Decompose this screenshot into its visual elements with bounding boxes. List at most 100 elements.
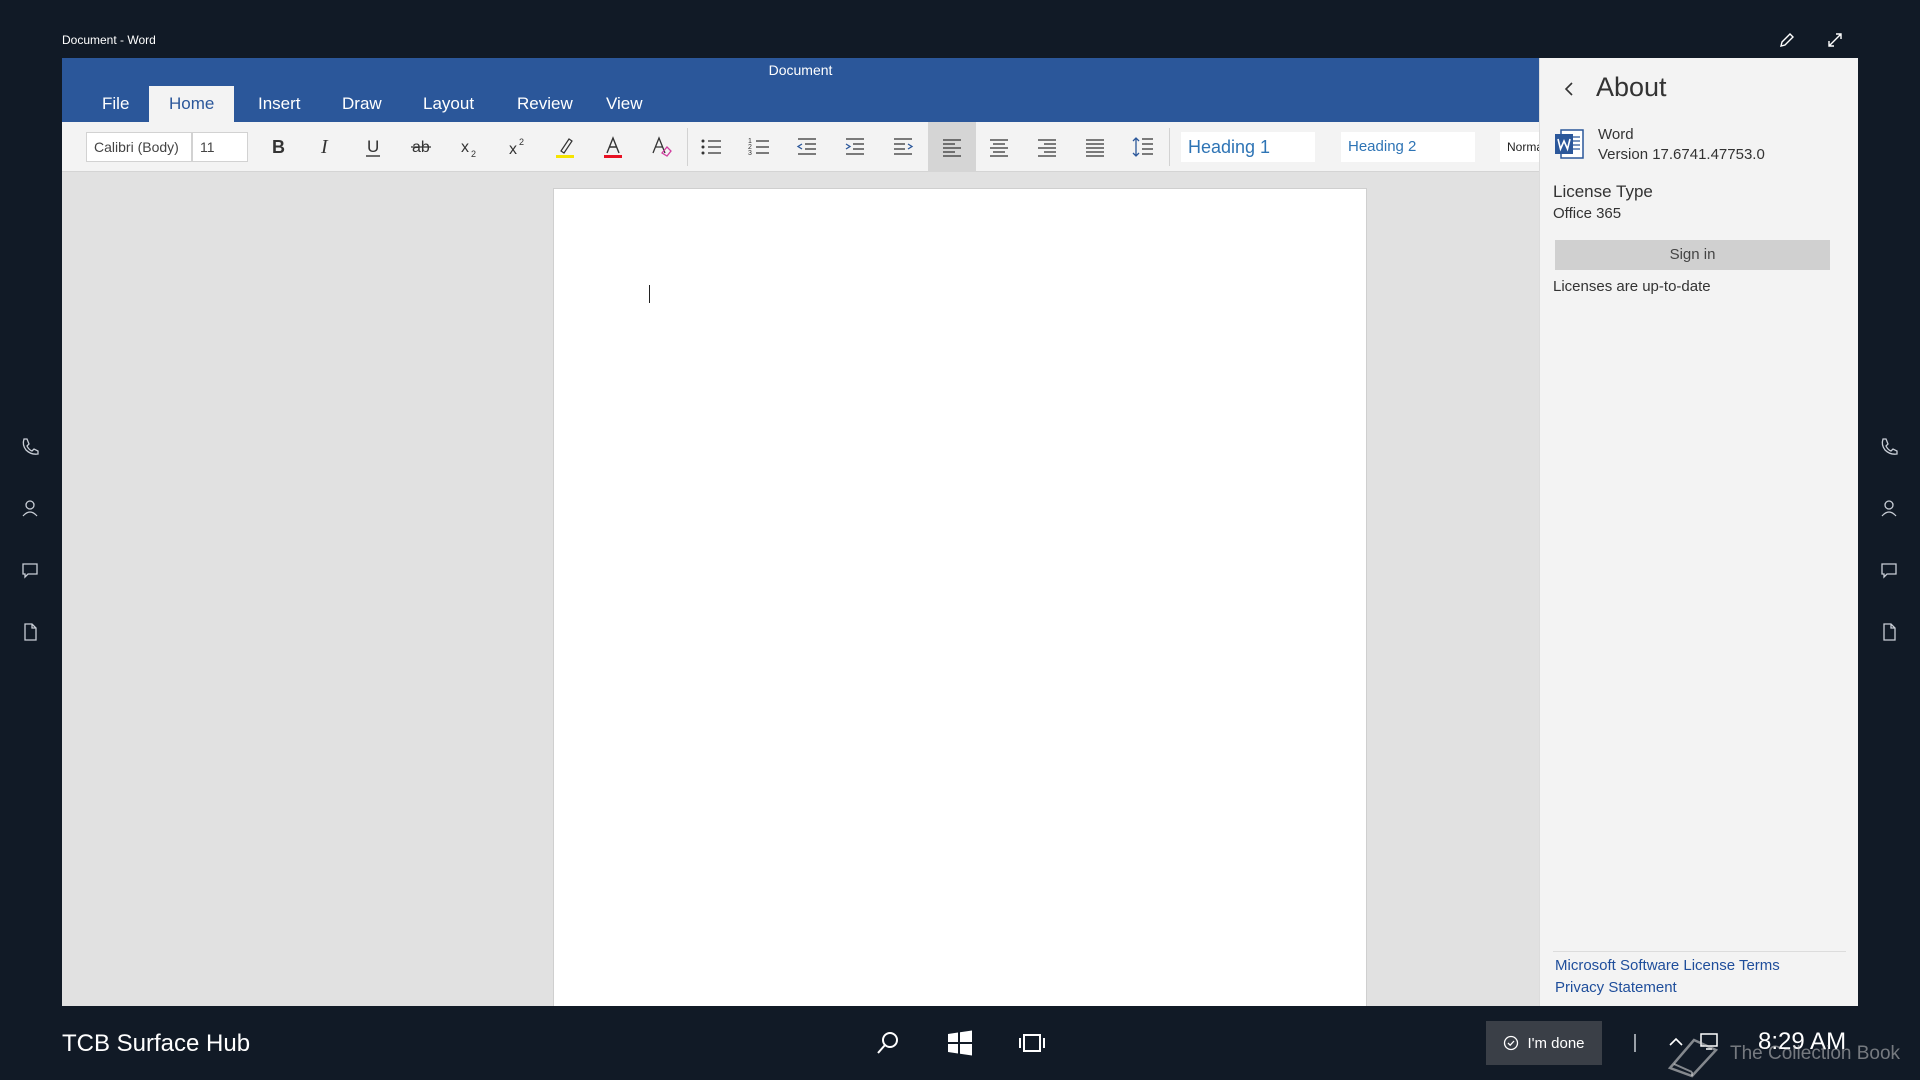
im-done-button[interactable]: I'm done — [1486, 1021, 1602, 1065]
justify-icon — [1086, 139, 1104, 157]
tab-home[interactable]: Home — [149, 86, 235, 122]
check-circle-icon — [1504, 1035, 1519, 1051]
subscript-icon: x2 — [461, 139, 476, 159]
svg-text:3: 3 — [748, 150, 752, 157]
decrease-indent-icon — [796, 138, 816, 155]
strikethrough-button[interactable]: ab — [404, 131, 438, 163]
svg-text:2: 2 — [471, 149, 476, 159]
underline-button[interactable]: U — [356, 131, 390, 163]
align-right-button[interactable] — [1030, 131, 1064, 163]
bullet-list-icon — [701, 139, 721, 155]
back-arrow-icon[interactable] — [1560, 79, 1580, 99]
italic-icon: I — [320, 136, 329, 158]
underline-icon: U — [366, 137, 380, 157]
file-icon[interactable] — [19, 621, 41, 643]
paragraph-direction-icon — [894, 138, 914, 155]
phone-icon[interactable] — [1878, 436, 1900, 458]
svg-text:x: x — [461, 139, 469, 156]
privacy-statement-link[interactable]: Privacy Statement — [1555, 979, 1677, 996]
align-left-button[interactable] — [928, 122, 976, 172]
align-center-icon — [990, 139, 1008, 157]
search-icon[interactable] — [873, 1028, 903, 1058]
font-size-box[interactable]: 11 — [192, 132, 248, 162]
separator — [1169, 128, 1170, 166]
line-spacing-icon — [1132, 137, 1153, 157]
document-title: Document — [768, 62, 833, 78]
app-name: Word — [1598, 126, 1634, 143]
chat-icon[interactable] — [1878, 559, 1900, 581]
highlighter-icon — [556, 138, 574, 158]
tab-file[interactable]: File — [82, 86, 149, 122]
document-page[interactable] — [553, 188, 1367, 1006]
window-title: Document - Word — [62, 33, 156, 47]
tab-view[interactable]: View — [586, 86, 663, 122]
numbering-button[interactable]: 123 — [742, 131, 776, 163]
im-done-label: I'm done — [1527, 1034, 1585, 1052]
person-icon[interactable] — [19, 497, 41, 519]
word-window: Document File Home Insert Draw Layout Re… — [62, 58, 1858, 1006]
increase-indent-icon — [845, 138, 864, 155]
numbered-list-icon: 123 — [748, 138, 769, 157]
svg-text:x: x — [509, 141, 517, 158]
license-status: Licenses are up-to-date — [1553, 278, 1711, 295]
ribbon-toolbar: Calibri (Body) 11 B I U ab x2 x2 1 2 3 H… — [62, 122, 1539, 172]
pen-icon[interactable] — [1778, 31, 1796, 49]
taskbar-separator — [1634, 1034, 1636, 1052]
italic-button[interactable]: I — [308, 131, 342, 163]
separator — [687, 128, 688, 166]
superscript-button[interactable]: x2 — [500, 131, 534, 163]
style-heading-1[interactable]: Heading 1 — [1181, 132, 1315, 162]
bold-icon: B — [272, 137, 285, 157]
about-title: About — [1596, 72, 1667, 102]
font-color-icon — [604, 136, 622, 158]
app-version: Version 17.6741.47753.0 — [1598, 146, 1765, 163]
windows-start-icon[interactable] — [945, 1028, 975, 1058]
clear-formatting-icon — [652, 136, 672, 157]
justify-button[interactable] — [1078, 131, 1112, 163]
line-spacing-button[interactable] — [1126, 131, 1160, 163]
divider — [1553, 951, 1846, 952]
person-icon[interactable] — [1878, 497, 1900, 519]
license-terms-link[interactable]: Microsoft Software License Terms — [1555, 957, 1780, 974]
bullets-button[interactable] — [694, 131, 728, 163]
rtl-indent-button[interactable] — [886, 131, 920, 163]
tab-draw[interactable]: Draw — [322, 86, 402, 122]
task-view-icon[interactable] — [1017, 1028, 1047, 1058]
increase-indent-button[interactable] — [838, 131, 872, 163]
about-panel: About Word Version 17.6741.47753.0 Licen… — [1539, 58, 1858, 1006]
svg-text:U: U — [367, 137, 379, 156]
phone-icon[interactable] — [19, 436, 41, 458]
align-center-button[interactable] — [982, 131, 1016, 163]
subscript-button[interactable]: x2 — [452, 131, 486, 163]
watermark-text: The Collection Book — [1730, 1043, 1901, 1064]
device-name: TCB Surface Hub — [62, 1030, 251, 1057]
style-heading-2[interactable]: Heading 2 — [1341, 132, 1475, 162]
clear-formatting-button[interactable] — [644, 131, 678, 163]
style-normal[interactable]: Normal — [1500, 132, 1539, 162]
highlight-button[interactable] — [548, 131, 582, 163]
license-type-label: License Type — [1553, 182, 1653, 201]
tab-review[interactable]: Review — [497, 86, 593, 122]
bold-button[interactable]: B — [260, 131, 294, 163]
file-icon[interactable] — [1878, 621, 1900, 643]
sign-in-button[interactable]: Sign in — [1555, 240, 1830, 270]
license-type-value: Office 365 — [1553, 205, 1622, 222]
font-color-button[interactable] — [596, 131, 630, 163]
ribbon-header: Document File Home Insert Draw Layout Re… — [62, 58, 1539, 122]
align-right-icon — [1038, 139, 1056, 157]
book-watermark-icon — [1667, 1038, 1719, 1078]
svg-text:I: I — [320, 136, 329, 158]
svg-text:2: 2 — [519, 137, 524, 147]
chat-icon[interactable] — [19, 559, 41, 581]
tab-layout[interactable]: Layout — [403, 86, 494, 122]
expand-icon[interactable] — [1826, 31, 1844, 49]
decrease-indent-button[interactable] — [790, 131, 824, 163]
strikethrough-icon: ab — [411, 139, 431, 156]
tab-insert[interactable]: Insert — [238, 86, 321, 122]
align-left-icon — [943, 139, 961, 157]
svg-text:B: B — [272, 137, 285, 157]
font-name-box[interactable]: Calibri (Body) — [86, 132, 192, 162]
text-caret — [649, 285, 650, 303]
word-logo-icon — [1555, 129, 1584, 159]
superscript-icon: x2 — [509, 137, 524, 158]
